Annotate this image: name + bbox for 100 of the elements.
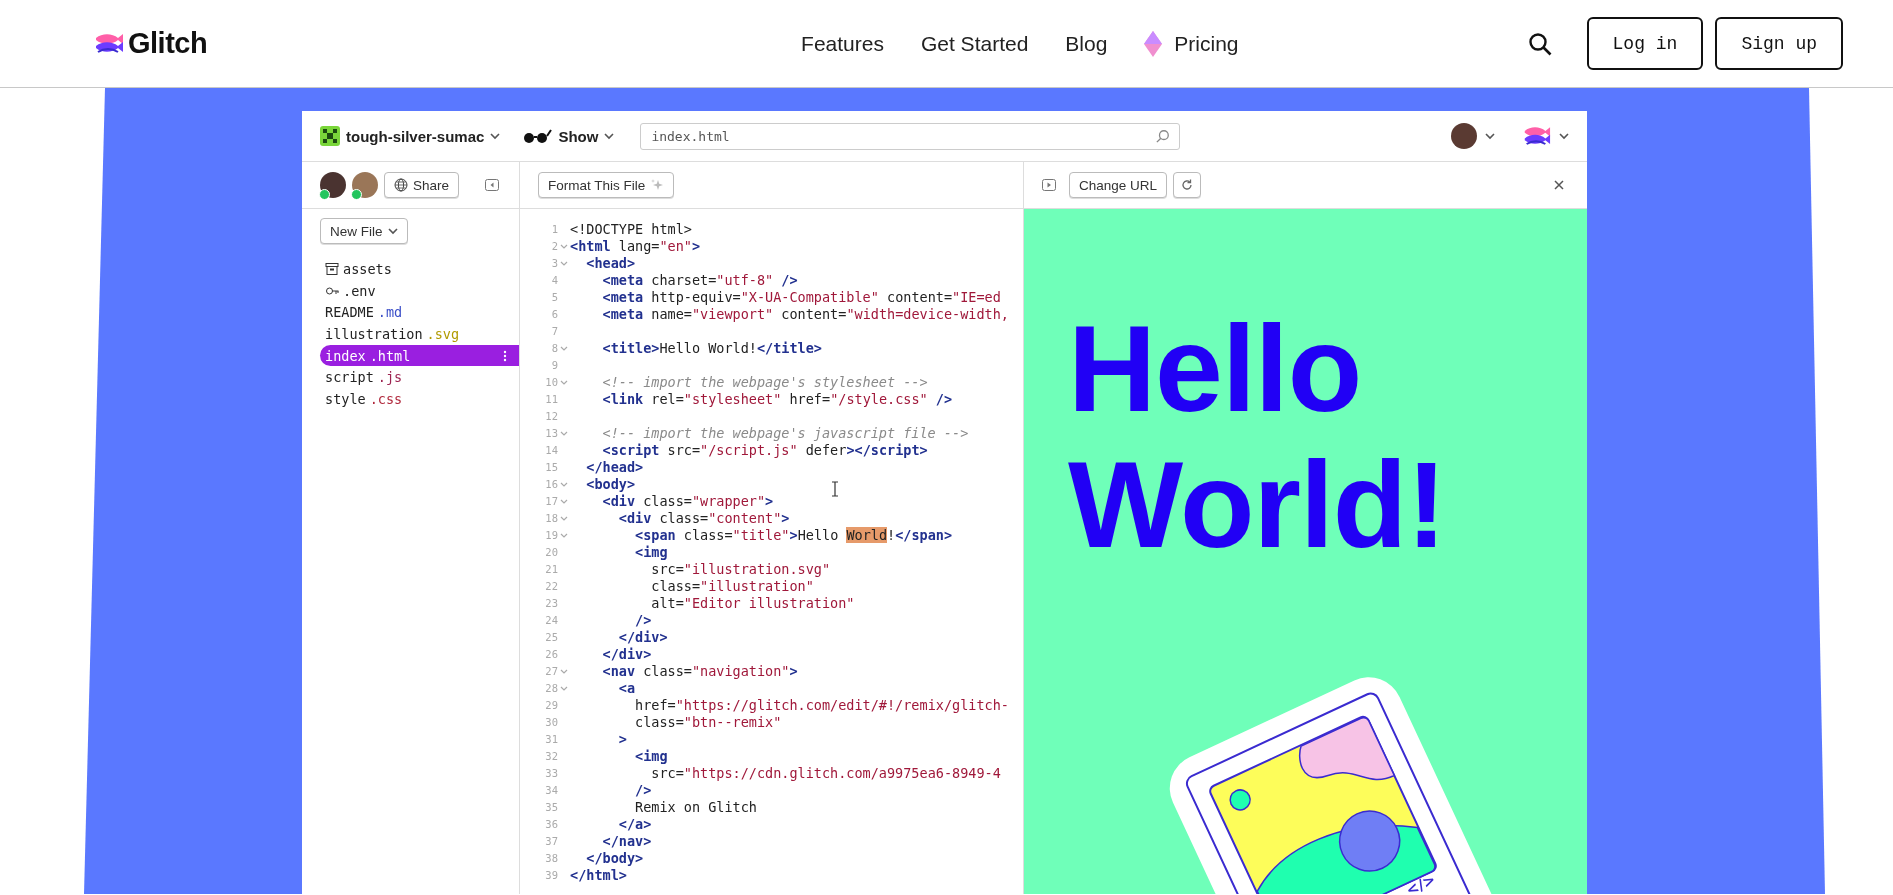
project-menu-button[interactable]: tough-silver-sumac (320, 126, 501, 146)
file-item[interactable]: illustration .svg (320, 323, 519, 345)
fold-caret-icon[interactable] (560, 499, 568, 504)
change-url-button[interactable]: Change URL (1069, 172, 1168, 198)
line-number: 6 (550, 307, 558, 322)
line-number: 4 (550, 273, 558, 288)
fold-caret-icon[interactable] (560, 686, 568, 691)
search-icon[interactable] (1526, 30, 1553, 57)
fold-caret-icon[interactable] (560, 669, 568, 674)
code-line: </div> (601, 646, 652, 663)
line-number: 9 (550, 358, 558, 373)
nav-link[interactable]: Pricing (1144, 30, 1239, 57)
code-line: <!-- import the webpage's stylesheet --> (601, 374, 928, 391)
share-button[interactable]: Share (384, 172, 460, 198)
code-line: </div> (617, 629, 668, 646)
code-line: <title>Hello World!</title> (601, 340, 822, 357)
refresh-button[interactable] (1173, 172, 1202, 198)
line-number: 39 (544, 868, 558, 883)
line-number: 21 (544, 562, 558, 577)
text-cursor-icon (831, 481, 839, 497)
code-line: <!-- import the webpage's javascript file --> (601, 425, 969, 442)
code-line: </head> (585, 459, 644, 476)
collapse-sidebar-icon[interactable] (485, 178, 500, 192)
archive-icon (325, 261, 339, 276)
user-menu-button[interactable] (1451, 123, 1495, 149)
fold-caret-icon[interactable] (560, 346, 568, 351)
code-line: <!DOCTYPE html> (570, 221, 692, 238)
code-line: src="https://cdn.glitch.com/a9975ea6-8949-4 (650, 765, 1001, 782)
nav-link[interactable]: Get Started (920, 31, 1029, 56)
code-line: <head> (585, 255, 636, 272)
auth-button[interactable]: Sign up (1715, 17, 1843, 70)
caret-icon (1485, 132, 1495, 140)
line-number: 11 (544, 392, 558, 407)
line-number: 2 (550, 239, 558, 254)
logo-link[interactable]: Glitch (92, 27, 208, 60)
line-number: 8 (550, 341, 558, 356)
line-number: 38 (544, 851, 558, 866)
line-number: 23 (544, 596, 558, 611)
file-item[interactable]: style .css (320, 388, 519, 410)
auth-button[interactable]: Log in (1586, 17, 1704, 70)
line-number: 25 (544, 630, 558, 645)
line-number: 19 (544, 528, 558, 543)
code-line: </a> (617, 816, 652, 833)
code-line: class="btn--remix" (634, 714, 782, 731)
avatar (1451, 123, 1477, 149)
fold-caret-icon[interactable] (560, 533, 568, 538)
avatar (320, 172, 346, 198)
nav-link[interactable]: Features (801, 31, 884, 56)
code-line: <span class="title">Hello World!</span> (634, 527, 953, 544)
code-line: > (617, 731, 627, 748)
line-number: 22 (544, 579, 558, 594)
code-line: <nav class="navigation"> (601, 663, 798, 680)
code-line: /> (634, 782, 652, 799)
file-item[interactable]: assets (320, 258, 519, 280)
fold-caret-icon[interactable] (560, 431, 568, 436)
line-number: 3 (550, 256, 558, 271)
search-icon (1156, 128, 1171, 143)
more-options-icon[interactable] (503, 349, 507, 362)
line-number: 29 (544, 698, 558, 713)
line-number: 24 (544, 613, 558, 628)
refresh-icon (1180, 178, 1195, 192)
fold-caret-icon[interactable] (560, 244, 568, 249)
play-icon[interactable] (1042, 178, 1056, 192)
fold-caret-icon[interactable] (560, 261, 568, 266)
glasses-icon (522, 128, 553, 144)
fold-caret-icon[interactable] (560, 380, 568, 385)
nav-link[interactable]: Blog (1065, 31, 1108, 56)
line-number: 31 (544, 732, 558, 747)
gem-icon (1144, 30, 1163, 57)
code-line: class="illustration" (650, 578, 814, 595)
online-status-dot (351, 189, 362, 200)
line-number: 18 (544, 511, 558, 526)
code-line: href="https://glitch.com/edit/#!/remix/glitch- (634, 697, 1009, 714)
code-line: <img (634, 748, 668, 765)
show-menu-button[interactable]: Show (522, 127, 615, 145)
file-search-field[interactable]: index.html (640, 122, 1181, 150)
online-status-dot (319, 189, 330, 200)
close-icon[interactable] (1553, 179, 1565, 191)
code-symbol-label: </> (1403, 870, 1439, 894)
file-item[interactable]: .env (320, 279, 519, 302)
line-number: 37 (544, 834, 558, 849)
fold-caret-icon[interactable] (560, 516, 568, 521)
file-item[interactable]: README .md (320, 301, 519, 324)
line-number: 26 (544, 647, 558, 662)
code-line: <img (634, 544, 668, 561)
code-line: <div class="content"> (617, 510, 790, 527)
fold-caret-icon[interactable] (560, 482, 568, 487)
file-item[interactable]: script .js (320, 366, 519, 389)
line-number: 13 (544, 426, 558, 441)
file-item[interactable]: index .html (320, 344, 519, 367)
code-line: /> (634, 612, 652, 629)
code-line: <div class="wrapper"> (601, 493, 774, 510)
line-number: 35 (544, 800, 558, 815)
code-line: src="illustration.svg" (650, 561, 831, 578)
code-line: </body> (585, 850, 644, 867)
format-file-button[interactable]: Format This File (538, 172, 675, 198)
caret-icon (604, 132, 615, 140)
new-file-button[interactable]: New File (320, 218, 408, 244)
code-line: <script src="/script.js" defer></script> (601, 442, 928, 459)
code-line: <meta charset="utf-8" /> (601, 272, 798, 289)
